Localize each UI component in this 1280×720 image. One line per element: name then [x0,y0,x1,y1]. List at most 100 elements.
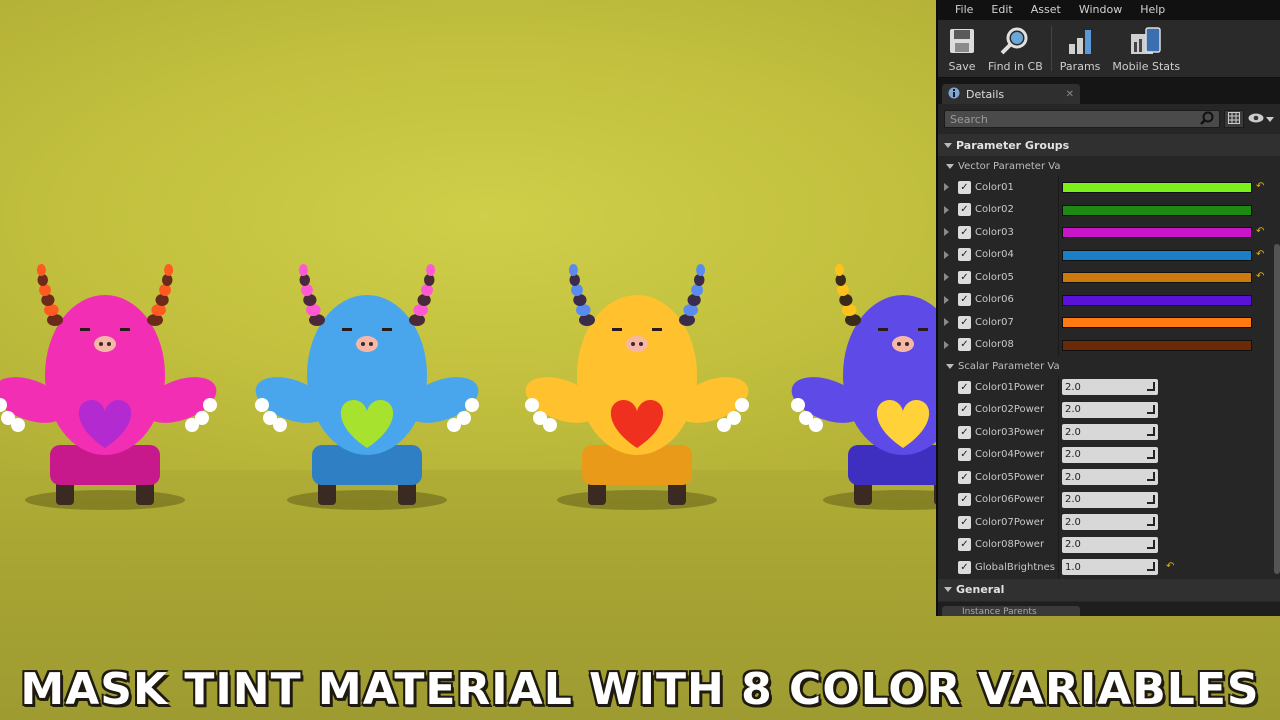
color-swatch[interactable] [1062,272,1252,283]
scalar-value-input[interactable]: 2.0 [1062,491,1158,508]
param-enable-checkbox[interactable]: ✓ [958,225,971,239]
column-divider [1058,556,1059,579]
tab-details[interactable]: Details ✕ [942,84,1080,104]
scalar-param-name: Color08Power [975,539,1045,551]
scalar-param-row: ✓ Color08Power 2.0 [938,533,1280,556]
drag-handle-icon[interactable] [1147,539,1155,549]
param-enable-checkbox[interactable]: ✓ [958,380,971,394]
expand-arrow-icon[interactable] [938,205,954,214]
drag-handle-icon[interactable] [1147,382,1155,391]
params-button[interactable]: Params [1054,20,1107,77]
drag-handle-icon[interactable] [1147,517,1155,526]
color-swatch[interactable] [1062,339,1252,351]
expand-arrow-icon[interactable] [938,295,954,304]
reset-to-default-icon[interactable]: ↶ [1256,181,1264,192]
right-eye [918,328,928,331]
color-swatch[interactable] [1062,182,1252,193]
caption-title: MASK TINT MATERIAL WITH 8 COLOR VARIABLE… [20,664,1260,715]
scalar-value-input[interactable]: 2.0 [1062,536,1158,553]
scalar-param-row: ✓ Color05Power 2.0 [938,466,1280,489]
expand-arrow-icon[interactable] [938,318,954,327]
scalar-value-input[interactable]: 2.0 [1062,469,1158,485]
scalar-value-input[interactable]: 2.0 [1062,379,1158,395]
param-enable-checkbox[interactable]: ✓ [958,493,971,507]
color-swatch[interactable] [1062,294,1252,306]
scalar-group-header[interactable]: Scalar Parameter Va [938,356,1280,376]
menu-window[interactable]: Window [1070,0,1131,20]
param-enable-checkbox[interactable]: ✓ [958,180,971,194]
color-swatch[interactable] [1062,227,1252,238]
drag-handle-icon[interactable] [1147,472,1155,481]
parameter-groups-header[interactable]: Parameter Groups [938,134,1280,156]
menu-file[interactable]: File [946,0,982,20]
param-enable-checkbox[interactable]: ✓ [958,560,971,574]
param-enable-checkbox[interactable]: ✓ [958,448,971,462]
close-icon[interactable]: ✕ [1066,89,1074,100]
expand-arrow-icon[interactable] [938,340,954,349]
toolbar: Save Find in CB Params Mobile Stats [938,20,1280,78]
column-divider [1058,266,1059,289]
menu-help[interactable]: Help [1131,0,1174,20]
param-enable-checkbox[interactable]: ✓ [958,203,971,217]
view-options-button[interactable] [1248,113,1274,126]
param-enable-checkbox[interactable]: ✓ [958,338,971,352]
param-enable-checkbox[interactable]: ✓ [958,270,971,284]
expand-arrow-icon[interactable] [938,273,954,282]
drag-handle-icon[interactable] [1147,494,1155,504]
color-swatch[interactable] [1062,204,1252,216]
collapse-arrow-icon [946,363,954,369]
param-enable-checkbox[interactable]: ✓ [958,403,971,417]
menu-edit[interactable]: Edit [982,0,1021,20]
drag-handle-icon[interactable] [1147,449,1155,459]
expand-arrow-icon[interactable] [938,183,954,192]
mobile-stats-button[interactable]: Mobile Stats [1106,20,1186,77]
param-enable-checkbox[interactable]: ✓ [958,293,971,307]
param-enable-checkbox[interactable]: ✓ [958,248,971,262]
snout [626,336,648,352]
expand-arrow-icon[interactable] [938,250,954,259]
reset-to-default-icon[interactable]: ↶ [1256,249,1264,260]
drag-handle-icon[interactable] [1147,562,1155,571]
scalar-value: 1.0 [1065,561,1081,573]
left-claw [791,398,805,412]
left-horn-segment [301,284,313,296]
reset-to-default-icon[interactable]: ↶ [1256,226,1264,237]
vector-param-row: ✓ Color03 ↶ [938,221,1280,244]
right-claw [465,398,479,412]
left-horn-segment [834,264,844,276]
save-button[interactable]: Save [942,20,982,77]
scalar-param-row: ✓ Color07Power 2.0 [938,511,1280,534]
reset-to-default-icon[interactable]: ↶ [1256,271,1264,282]
color-swatch[interactable] [1062,317,1252,328]
find-in-cb-button[interactable]: Find in CB [982,20,1049,77]
param-enable-checkbox[interactable]: ✓ [958,425,971,439]
param-enable-checkbox[interactable]: ✓ [958,470,971,484]
column-divider [1058,533,1059,556]
param-enable-checkbox[interactable]: ✓ [958,515,971,529]
scalar-value: 2.0 [1065,539,1081,550]
drag-handle-icon[interactable] [1147,427,1155,436]
param-enable-checkbox[interactable]: ✓ [958,538,971,552]
scalar-value-input[interactable]: 2.0 [1062,424,1158,440]
tab-instance-parents[interactable]: Instance Parents [942,606,1080,616]
vector-group-header[interactable]: Vector Parameter Va [938,156,1280,176]
scalar-value-input[interactable]: 2.0 [1062,446,1158,463]
scalar-value-input[interactable]: 2.0 [1062,401,1158,418]
scrollbar[interactable] [1274,244,1280,574]
scalar-value-input[interactable]: 2.0 [1062,514,1158,530]
scalar-param-row: ✓ Color06Power 2.0 [938,488,1280,511]
param-enable-checkbox[interactable]: ✓ [958,315,971,329]
column-divider [1058,288,1059,311]
scalar-value-input[interactable]: 1.0 [1062,559,1158,575]
menu-asset[interactable]: Asset [1022,0,1070,20]
expand-arrow-icon[interactable] [938,228,954,237]
chevron-down-icon [1266,116,1274,122]
color-swatch[interactable] [1062,249,1252,261]
search-input[interactable]: Search [944,110,1220,128]
reset-to-default-icon[interactable]: ↶ [1166,561,1174,572]
drag-handle-icon[interactable] [1147,404,1155,414]
monster-pink-figure [0,264,217,510]
snout [892,336,914,352]
general-header[interactable]: General [938,578,1280,601]
property-matrix-button[interactable] [1224,110,1244,128]
